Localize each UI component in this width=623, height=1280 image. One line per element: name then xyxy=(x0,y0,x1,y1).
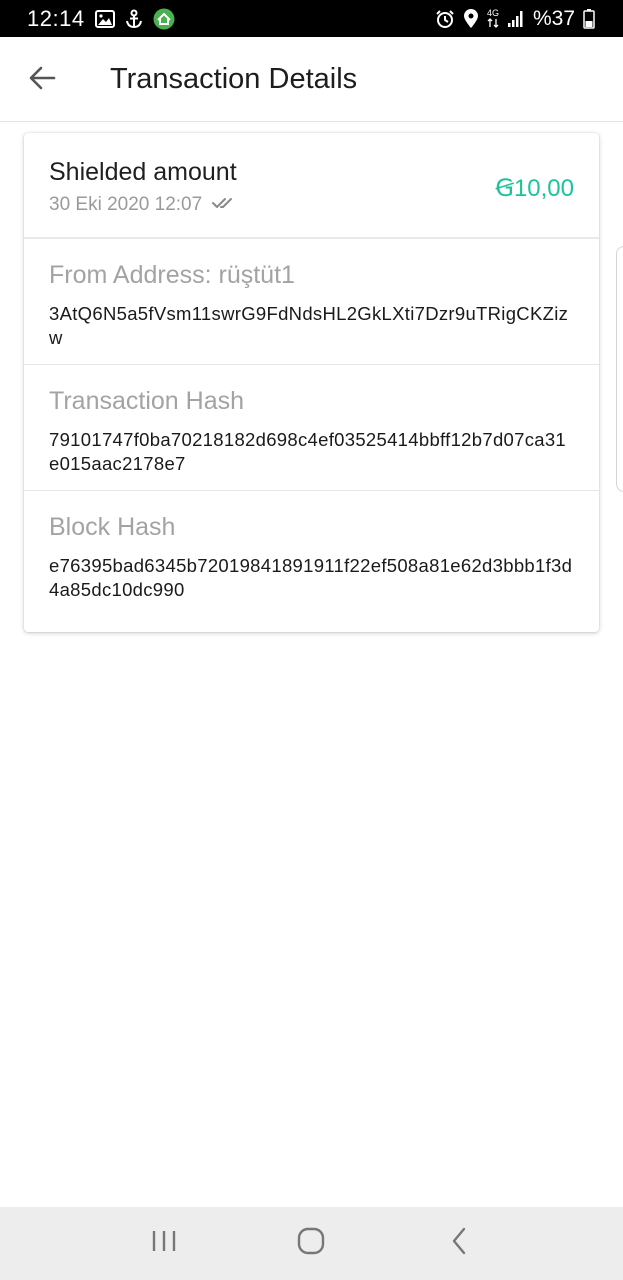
app-notification-icon xyxy=(153,8,175,30)
recent-apps-icon xyxy=(151,1229,177,1258)
signal-icon xyxy=(507,10,525,28)
block-hash-label: Block Hash xyxy=(49,513,176,541)
home-button[interactable] xyxy=(281,1214,341,1274)
app-bar: Transaction Details xyxy=(0,37,623,122)
recent-apps-button[interactable] xyxy=(134,1214,194,1274)
network-label: 4G xyxy=(486,8,499,18)
from-address-section: From Address: rüştüt1 3AtQ6N5a5fVsm11swr… xyxy=(24,239,599,365)
home-icon xyxy=(297,1227,325,1260)
transaction-amount: Ꞡ10,00 xyxy=(495,175,574,202)
navigation-bar xyxy=(0,1207,623,1280)
anchor-icon xyxy=(125,9,143,29)
transaction-title: Shielded amount xyxy=(49,158,237,186)
edge-panel-handle[interactable] xyxy=(616,246,623,492)
page-title: Transaction Details xyxy=(110,63,358,95)
transaction-hash-label: Transaction Hash xyxy=(49,387,244,415)
from-address-label: From Address: rüştüt1 xyxy=(49,261,295,289)
back-icon xyxy=(450,1227,468,1260)
status-right: 4G %37 xyxy=(435,7,595,31)
double-check-icon xyxy=(212,196,236,215)
status-time: 12:14 xyxy=(27,5,85,31)
battery-text: %37 xyxy=(532,6,575,30)
transaction-card: Shielded amount 30 Eki 2020 12:07 Ꞡ10,00… xyxy=(24,133,599,632)
transaction-header: Shielded amount 30 Eki 2020 12:07 Ꞡ10,00 xyxy=(24,133,599,239)
block-hash-section: Block Hash e76395bad6345b72019841891911f… xyxy=(24,491,599,617)
image-icon xyxy=(94,9,115,28)
transaction-date: 30 Eki 2020 12:07 xyxy=(49,194,203,215)
back-button[interactable] xyxy=(26,64,58,96)
network-4g-icon: 4G xyxy=(487,9,499,28)
arrow-left-icon xyxy=(28,64,56,97)
block-hash-value[interactable]: e76395bad6345b72019841891911f22ef508a81e… xyxy=(49,554,574,602)
transaction-hash-section: Transaction Hash 79101747f0ba70218182d69… xyxy=(24,365,599,491)
system-back-button[interactable] xyxy=(429,1214,489,1274)
status-left: 12:14 xyxy=(27,6,175,32)
transaction-date-row: 30 Eki 2020 12:07 xyxy=(49,194,236,216)
from-address-value[interactable]: 3AtQ6N5a5fVsm11swrG9FdNdsHL2GkLXti7Dzr9u… xyxy=(49,302,574,350)
alarm-icon xyxy=(435,9,455,29)
transaction-hash-value[interactable]: 79101747f0ba70218182d698c4ef03525414bbff… xyxy=(49,428,574,476)
status-bar: 12:14 4G %37 xyxy=(0,0,623,37)
location-icon xyxy=(463,8,479,29)
battery-icon xyxy=(583,8,595,29)
